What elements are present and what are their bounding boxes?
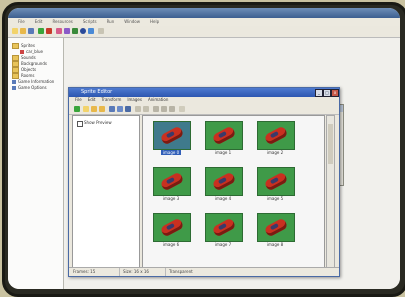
tree-item-sprites[interactable]: Sprites [12, 43, 35, 49]
car-sprite-icon [211, 217, 237, 238]
car-sprite-icon [211, 171, 237, 192]
sprite-thumbnail [205, 213, 243, 242]
new-image-icon[interactable] [83, 106, 89, 112]
sprite-thumbnail [153, 167, 191, 196]
car-sprite-icon [159, 217, 185, 238]
menu-file[interactable]: File [18, 19, 25, 24]
main-window-titlebar [8, 8, 400, 18]
main-toolbar [8, 26, 400, 38]
folder-icon [12, 43, 19, 49]
close-button[interactable]: x [331, 89, 339, 97]
status-transparency: Transparent [169, 269, 193, 274]
delete-frame-icon[interactable] [125, 106, 131, 112]
menu-resources[interactable]: Resources [52, 19, 72, 24]
editor-menu-file[interactable]: File [75, 97, 82, 102]
add-frame-icon[interactable] [109, 106, 115, 112]
sprite-thumbnail [153, 213, 191, 242]
preview-panel: Show Preview [72, 115, 140, 268]
editor-menu-edit[interactable]: Edit [88, 97, 96, 102]
sprite-thumbnail [257, 167, 295, 196]
add-room-icon[interactable] [88, 28, 94, 34]
add-sound-icon[interactable] [64, 28, 70, 34]
save-icon[interactable] [28, 28, 34, 34]
run-icon[interactable] [38, 28, 44, 34]
editor-menu-images[interactable]: Images [127, 97, 142, 102]
status-divider [165, 268, 166, 276]
sprite-thumbnail [257, 213, 295, 242]
screen: File Edit Resources Scripts Run Window Help Sp… [8, 8, 400, 289]
status-frames: Frames: 15 [73, 269, 96, 274]
add-sprite-icon[interactable] [56, 28, 62, 34]
tree-item-backgrounds[interactable]: Backgrounds [12, 61, 47, 67]
options-icon[interactable] [98, 28, 104, 34]
menu-run[interactable]: Run [107, 19, 115, 24]
info-icon [12, 80, 16, 84]
sprite-editor-statusbar: Frames: 15 Size: 16 x 16 Transparent [69, 267, 339, 276]
sprite-thumbnail [153, 121, 191, 150]
tree-item-sounds[interactable]: Sounds [12, 55, 36, 61]
status-size: Size: 16 x 16 [123, 269, 149, 274]
status-divider [119, 268, 120, 276]
tree-item-car-blue[interactable]: car_blue [20, 49, 43, 54]
car-sprite-icon [159, 171, 185, 192]
add-background-icon[interactable] [72, 28, 78, 34]
sprite-thumbnail [257, 121, 295, 150]
car-sprite-icon [263, 217, 289, 238]
sprite-editor-menubar: File Edit Transform Images Animation [69, 97, 339, 104]
show-preview-checkbox[interactable] [77, 121, 83, 127]
monitor-frame: File Edit Resources Scripts Run Window Help Sp… [2, 2, 405, 297]
maximize-button[interactable]: □ [323, 89, 331, 97]
save-image-icon[interactable] [99, 106, 105, 112]
tree-item-rooms[interactable]: Rooms [12, 73, 34, 79]
sprite-editor-title: Sprite Editor [81, 89, 113, 95]
image-grid: image 0 image 1 image 2 image 3 image 4 … [142, 115, 325, 268]
menu-window[interactable]: Window [124, 19, 140, 24]
scrollbar-thumb[interactable] [328, 124, 333, 164]
sprite-thumbnail [205, 167, 243, 196]
sprite-editor-toolbar [69, 104, 339, 115]
add-object-icon[interactable] [80, 28, 86, 34]
editor-menu-transform[interactable]: Transform [101, 97, 121, 102]
tree-item-game-options[interactable]: Game Options [12, 85, 47, 90]
open-image-icon[interactable] [91, 106, 97, 112]
editor-menu-animation[interactable]: Animation [148, 97, 168, 102]
options-icon [12, 86, 16, 90]
sprite-icon [20, 50, 24, 54]
tree-item-game-information[interactable]: Game Information [12, 79, 54, 84]
cut-icon[interactable] [153, 106, 159, 112]
car-sprite-icon [263, 171, 289, 192]
new-icon[interactable] [12, 28, 18, 34]
car-sprite-icon [211, 125, 237, 146]
menu-help[interactable]: Help [150, 19, 159, 24]
edit-image-icon[interactable] [179, 106, 185, 112]
open-icon[interactable] [20, 28, 26, 34]
car-sprite-icon [159, 125, 185, 146]
car-sprite-icon [263, 125, 289, 146]
minimize-button[interactable]: _ [315, 89, 323, 97]
image-grid-scrollbar[interactable] [326, 115, 335, 268]
show-preview-label: Show Preview [84, 120, 112, 125]
debug-icon[interactable] [46, 28, 52, 34]
undo-icon[interactable] [135, 106, 141, 112]
menu-scripts[interactable]: Scripts [83, 19, 97, 24]
insert-frame-icon[interactable] [117, 106, 123, 112]
copy-icon[interactable] [161, 106, 167, 112]
menu-edit[interactable]: Edit [35, 19, 43, 24]
sprite-thumbnail [205, 121, 243, 150]
tree-item-objects[interactable]: Objects [12, 67, 36, 73]
sprite-editor-window: Sprite Editor _ □ x File Edit Transform Ima… [68, 87, 340, 277]
paste-icon[interactable] [169, 106, 175, 112]
redo-icon[interactable] [143, 106, 149, 112]
sprite-editor-titlebar[interactable]: Sprite Editor _ □ x [69, 88, 339, 97]
ok-check-icon[interactable] [74, 106, 80, 112]
resource-tree: Sprites car_blue Sounds Backgrounds Obje… [8, 38, 64, 289]
